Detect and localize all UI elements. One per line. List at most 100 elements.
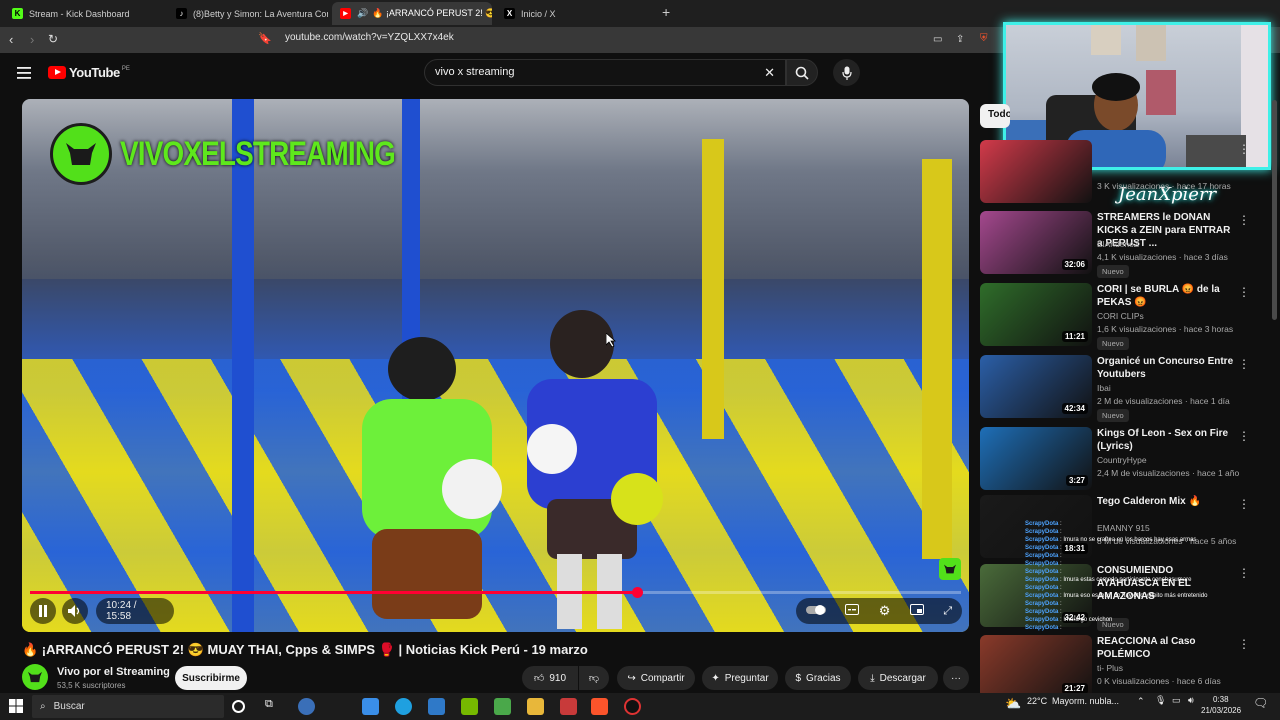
recommendation-item[interactable]: 42:34 Organicé un Concurso Entre Youtuber… [980, 355, 1270, 422]
download-button[interactable]: ⤓ Descargar [858, 666, 938, 690]
voice-search-button[interactable] [833, 59, 860, 86]
browser-tab-youtube-active[interactable]: ▶ 🔊 🔥 ¡ARRANCÓ PERUST 2! 😎 ✕ [332, 2, 492, 25]
settings-gear-icon[interactable]: ⚙ [879, 603, 891, 619]
minecraft-icon[interactable] [494, 698, 511, 715]
store-icon[interactable] [362, 698, 379, 715]
network-icon[interactable]: ▭ [1172, 695, 1181, 706]
browser-tab-tiktok[interactable]: ♪ (8)Betty y Simon: La Aventura Contin [168, 2, 328, 25]
video-thumbnail[interactable]: 11:21 [980, 283, 1092, 346]
weather-desc[interactable]: Mayorm. nubla... [1052, 696, 1119, 706]
obs-icon[interactable] [624, 698, 641, 715]
pause-button[interactable] [30, 598, 56, 624]
volume-button[interactable] [62, 598, 88, 624]
share-label: Compartir [640, 672, 685, 684]
brave-icon[interactable] [591, 698, 608, 715]
app-icon[interactable] [560, 698, 577, 715]
browser-tab-kick[interactable]: K Stream - Kick Dashboard [4, 2, 164, 25]
video-thumbnail[interactable]: 42:34 [980, 355, 1092, 418]
channel-name[interactable]: ti- Plus [1097, 663, 1123, 673]
microphone-icon[interactable]: 🎙︎ [1155, 695, 1166, 706]
subtitles-icon[interactable] [845, 602, 860, 620]
app-icon[interactable] [298, 698, 315, 715]
sidebar-scrollbar[interactable] [1272, 100, 1277, 320]
thanks-button[interactable]: $ Gracias [785, 666, 851, 690]
video-title[interactable]: Kings Of Leon - Sex on Fire (Lyrics) [1097, 427, 1237, 453]
progress-scrubber[interactable] [632, 587, 643, 598]
show-hidden-icons-icon[interactable]: ⌃ [1137, 696, 1145, 707]
channel-watermark-icon[interactable] [939, 558, 961, 580]
chat-username: ScrapyDota [1025, 537, 1059, 543]
channel-name[interactable]: Ibai [1097, 383, 1111, 393]
filter-chip-all[interactable]: Todo [980, 104, 1010, 128]
share-icon: ↪ [627, 672, 636, 684]
forward-icon[interactable]: › [30, 32, 34, 47]
menu-icon[interactable] [17, 66, 31, 84]
share-page-icon[interactable]: ⇪ [956, 34, 964, 45]
notifications-icon[interactable]: 🗨︎ [1253, 696, 1268, 710]
clock-time[interactable]: 0:38 [1213, 695, 1229, 704]
video-thumbnail[interactable]: 21:27 [980, 635, 1092, 698]
clear-search-icon[interactable]: ✕ [764, 65, 775, 81]
miniplayer-icon[interactable] [909, 602, 924, 620]
channel-avatar[interactable] [22, 664, 48, 690]
channel-name[interactable]: CORI CLIPs [1097, 311, 1144, 321]
dislike-button[interactable]: 👎︎ [579, 666, 609, 690]
bookmark-icon[interactable]: 🔖 [258, 32, 272, 45]
windows-start-icon[interactable] [9, 699, 23, 718]
clock-date[interactable]: 21/03/2026 [1201, 706, 1241, 715]
weather-temp[interactable]: 22°C [1027, 696, 1047, 706]
ask-button[interactable]: ✦ Preguntar [702, 666, 778, 690]
taskbar-search[interactable]: ⌕ Buscar [32, 695, 224, 718]
more-actions-button[interactable]: ··· [943, 666, 969, 690]
video-player[interactable]: VIVOXELSTREAMING 10:24 / 15:58 ⚙ ⤢ [22, 99, 969, 632]
channel-name[interactable]: Vivo por el Streaming [57, 666, 170, 678]
more-options-icon[interactable]: ⋮ [1238, 637, 1250, 651]
cast-icon[interactable]: ▭ [933, 34, 942, 45]
mail-icon[interactable] [428, 698, 445, 715]
recommendation-item[interactable]: 21:27 REACCIONA al Caso POLÉMICO ti- Plus 0… [980, 635, 1270, 701]
cortana-icon[interactable] [232, 700, 245, 713]
more-options-icon[interactable]: ⋮ [1238, 357, 1250, 371]
chat-username: ScrapyDota [1025, 529, 1059, 535]
edge-icon[interactable] [395, 698, 412, 715]
recommendation-item[interactable]: 11:21 CORI | se BURLA 😡 de la PEKAS 😡 CORI… [980, 283, 1270, 350]
search-button[interactable] [786, 59, 818, 86]
more-options-icon[interactable]: ⋮ [1238, 285, 1250, 299]
nvidia-icon[interactable] [461, 698, 478, 715]
back-icon[interactable]: ‹ [9, 32, 13, 47]
search-input[interactable] [435, 66, 755, 78]
autoplay-toggle-icon[interactable] [805, 602, 826, 620]
fullscreen-icon[interactable]: ⤢ [943, 605, 952, 618]
share-button[interactable]: ↪ Compartir [617, 666, 695, 690]
video-title[interactable]: CORI | se BURLA 😡 de la PEKAS 😡 [1097, 283, 1237, 309]
more-options-icon[interactable]: ⋮ [1238, 213, 1250, 227]
video-title[interactable]: Tego Calderon Mix 🔥 [1097, 495, 1237, 508]
channel-name[interactable]: CountryHype [1097, 455, 1147, 465]
more-options-icon[interactable]: ⋮ [1238, 497, 1250, 511]
video-thumbnail[interactable]: 32:06 [980, 211, 1092, 274]
volume-icon[interactable]: 🔊︎ [1188, 695, 1194, 706]
like-button[interactable]: 👍︎ 910 [522, 666, 578, 690]
brave-shield-icon[interactable]: ⛨ [980, 33, 988, 44]
speaker-icon[interactable]: 🔊 [357, 8, 368, 19]
youtube-logo[interactable]: YouTube PE [48, 65, 130, 80]
recommendation-item[interactable]: 32:06 STREAMERS le DONAN KICKS a ZEIN par… [980, 211, 1270, 278]
url-field[interactable]: youtube.com/watch?v=YZQLXX7x4ek [285, 32, 454, 43]
video-thumbnail[interactable] [980, 140, 1092, 203]
file-explorer-icon[interactable] [527, 698, 544, 715]
more-options-icon[interactable]: ⋮ [1238, 142, 1250, 156]
video-progress-bar[interactable] [30, 587, 961, 598]
channel-name[interactable]: ElAndenoZ [1097, 239, 1139, 249]
x-favicon-icon: X [504, 8, 515, 19]
video-title[interactable]: REACCIONA al Caso POLÉMICO [1097, 635, 1237, 661]
task-view-icon[interactable]: ⧉ [265, 698, 282, 715]
recommendation-item[interactable]: 3:27 Kings Of Leon - Sex on Fire (Lyrics)… [980, 427, 1270, 493]
recommendation-item[interactable]: 3 K visualizaciones · hace 17 horas ⋮ [980, 140, 1270, 206]
video-title[interactable]: Organicé un Concurso Entre Youtubers [1097, 355, 1237, 381]
reload-icon[interactable]: ↻ [48, 32, 58, 46]
video-thumbnail[interactable]: 3:27 [980, 427, 1092, 490]
browser-tab-x[interactable]: X Inicio / X [496, 2, 656, 25]
subscribe-button[interactable]: Suscribirme [175, 666, 247, 690]
more-options-icon[interactable]: ⋮ [1238, 429, 1250, 443]
new-tab-button[interactable]: + [662, 4, 670, 20]
